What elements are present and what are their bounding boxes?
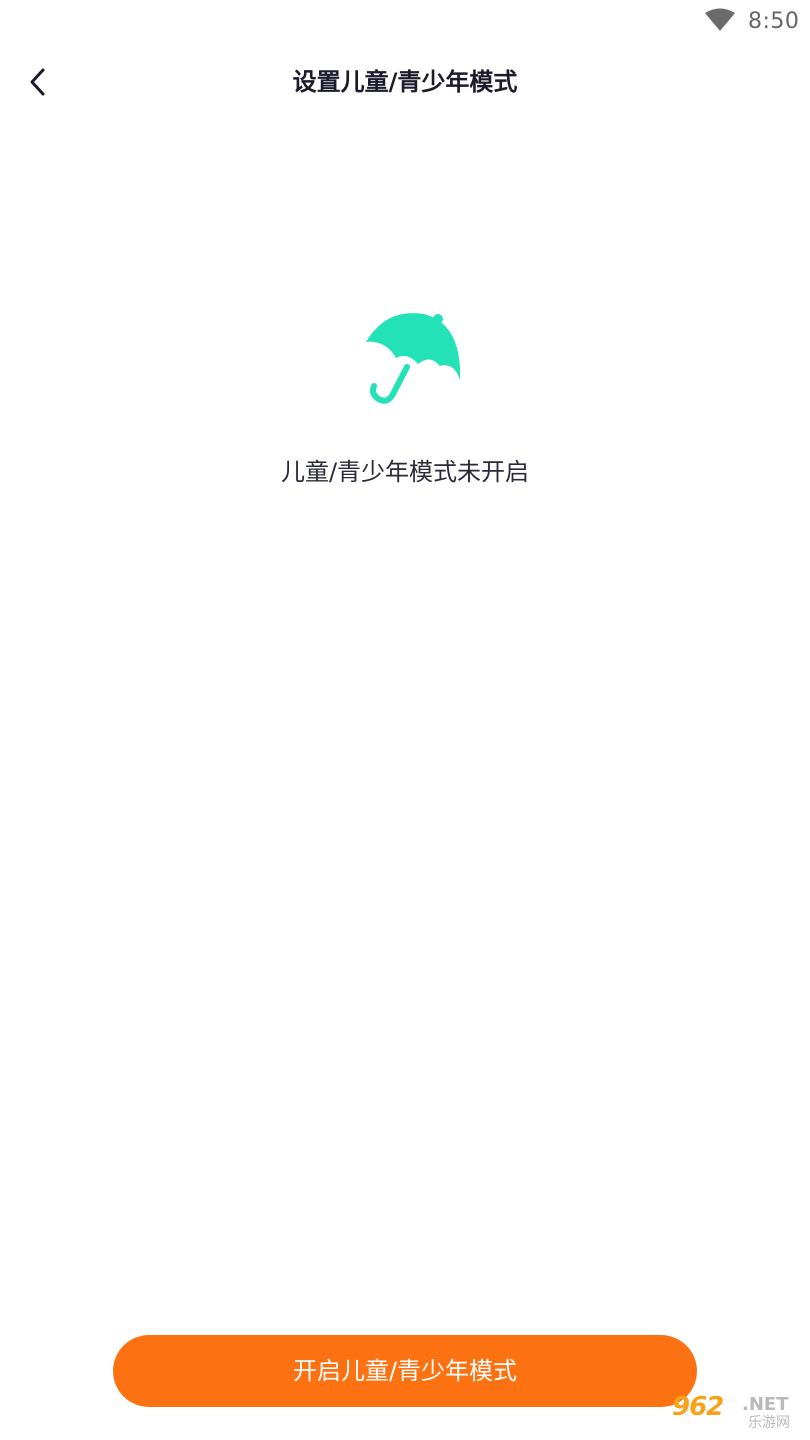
status-bar: 8:50 (0, 0, 810, 44)
back-button[interactable] (14, 58, 62, 106)
enable-kids-mode-button[interactable]: 开启儿童/青少年模式 (113, 1335, 697, 1407)
watermark-number: 962 (672, 1392, 724, 1422)
umbrella-icon (366, 313, 461, 404)
watermark-net: .NET (742, 1394, 789, 1415)
wifi-icon (705, 8, 735, 31)
page-title: 设置儿童/青少年模式 (292, 68, 518, 96)
status-time: 8:50 (748, 9, 800, 34)
watermark-logo: 962 .NET 乐游网 (670, 1392, 804, 1434)
nav-bar: 设置儿童/青少年模式 (0, 52, 810, 112)
watermark-cn: 乐游网 (748, 1415, 790, 1431)
chevron-left-icon (30, 68, 45, 96)
mode-status-text: 儿童/青少年模式未开启 (280, 458, 530, 486)
